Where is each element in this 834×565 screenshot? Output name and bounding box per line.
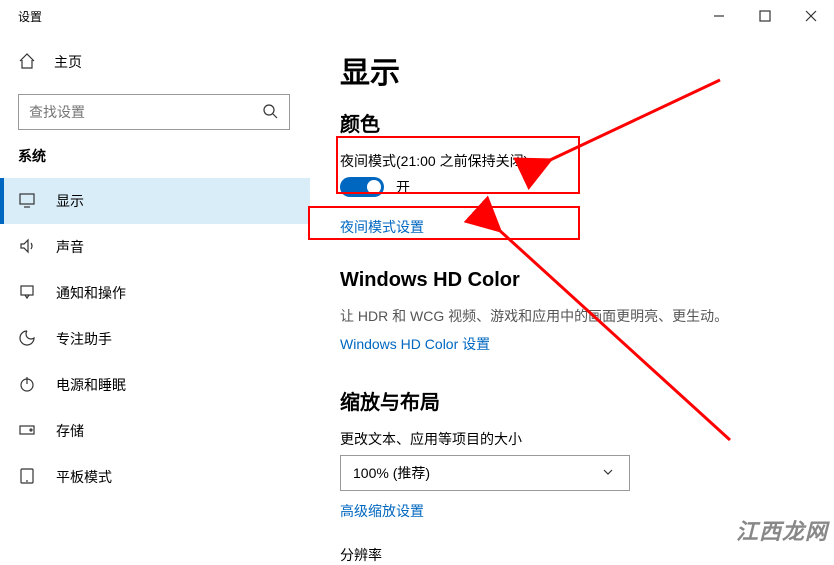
sidebar-item-label: 存储 xyxy=(56,421,84,441)
focus-icon xyxy=(18,329,36,350)
sidebar-item-notifications[interactable]: 通知和操作 xyxy=(0,270,310,316)
sidebar-item-label: 显示 xyxy=(56,191,84,211)
content-pane: 显示 颜色 夜间模式(21:00 之前保持关闭) 开 夜间模式设置 Window… xyxy=(340,48,824,554)
sidebar-item-power[interactable]: 电源和睡眠 xyxy=(0,362,310,408)
scale-value: 100% (推荐) xyxy=(353,463,430,483)
toggle-state-label: 开 xyxy=(396,177,410,197)
window-controls xyxy=(696,0,834,32)
resolution-label: 分辨率 xyxy=(340,545,824,565)
advanced-scale-link[interactable]: 高级缩放设置 xyxy=(340,501,424,521)
sidebar-item-label: 专注助手 xyxy=(56,329,112,349)
sidebar-item-sound[interactable]: 声音 xyxy=(0,224,310,270)
chevron-down-icon xyxy=(599,463,617,484)
scale-dropdown[interactable]: 100% (推荐) xyxy=(340,455,630,491)
minimize-button[interactable] xyxy=(696,0,742,32)
nightlight-label: 夜间模式(21:00 之前保持关闭) xyxy=(340,151,824,171)
scale-change-label: 更改文本、应用等项目的大小 xyxy=(340,429,824,449)
maximize-button[interactable] xyxy=(742,0,788,32)
section-hd-title: Windows HD Color xyxy=(340,269,824,292)
search-icon xyxy=(261,102,279,123)
sidebar-item-storage[interactable]: 存储 xyxy=(0,408,310,454)
nightlight-settings-link[interactable]: 夜间模式设置 xyxy=(340,217,424,237)
tablet-icon xyxy=(18,467,36,488)
search-input[interactable] xyxy=(18,94,290,130)
sidebar-item-label: 电源和睡眠 xyxy=(56,375,126,395)
sidebar-item-tablet[interactable]: 平板模式 xyxy=(0,454,310,500)
sidebar: 主页 系统 显示 声音 通知和操作 专注助手 电源和睡眠 存储 平板模式 xyxy=(0,32,310,554)
titlebar: 设置 xyxy=(0,0,834,32)
storage-icon xyxy=(18,421,36,442)
power-icon xyxy=(18,375,36,396)
page-title: 显示 xyxy=(340,48,824,92)
sidebar-item-focus[interactable]: 专注助手 xyxy=(0,316,310,362)
notifications-icon xyxy=(18,283,36,304)
sidebar-item-home[interactable]: 主页 xyxy=(0,42,310,82)
section-scale-title: 缩放与布局 xyxy=(340,386,824,415)
home-icon xyxy=(18,52,36,73)
hd-settings-link[interactable]: Windows HD Color 设置 xyxy=(340,334,490,354)
sound-icon xyxy=(18,237,36,258)
display-icon xyxy=(18,191,36,212)
sidebar-item-display[interactable]: 显示 xyxy=(0,178,310,224)
close-button[interactable] xyxy=(788,0,834,32)
sidebar-item-label: 通知和操作 xyxy=(56,283,126,303)
nightlight-toggle[interactable] xyxy=(340,177,384,197)
sidebar-item-label: 声音 xyxy=(56,237,84,257)
home-label: 主页 xyxy=(54,52,82,72)
watermark: 江西龙网 xyxy=(736,514,828,546)
sidebar-section-title: 系统 xyxy=(0,146,310,166)
section-color-title: 颜色 xyxy=(340,108,824,137)
hd-description: 让 HDR 和 WCG 视频、游戏和应用中的画面更明亮、更生动。 xyxy=(340,306,824,326)
sidebar-item-label: 平板模式 xyxy=(56,467,112,487)
search-field[interactable] xyxy=(29,104,261,120)
window-title: 设置 xyxy=(18,8,42,25)
